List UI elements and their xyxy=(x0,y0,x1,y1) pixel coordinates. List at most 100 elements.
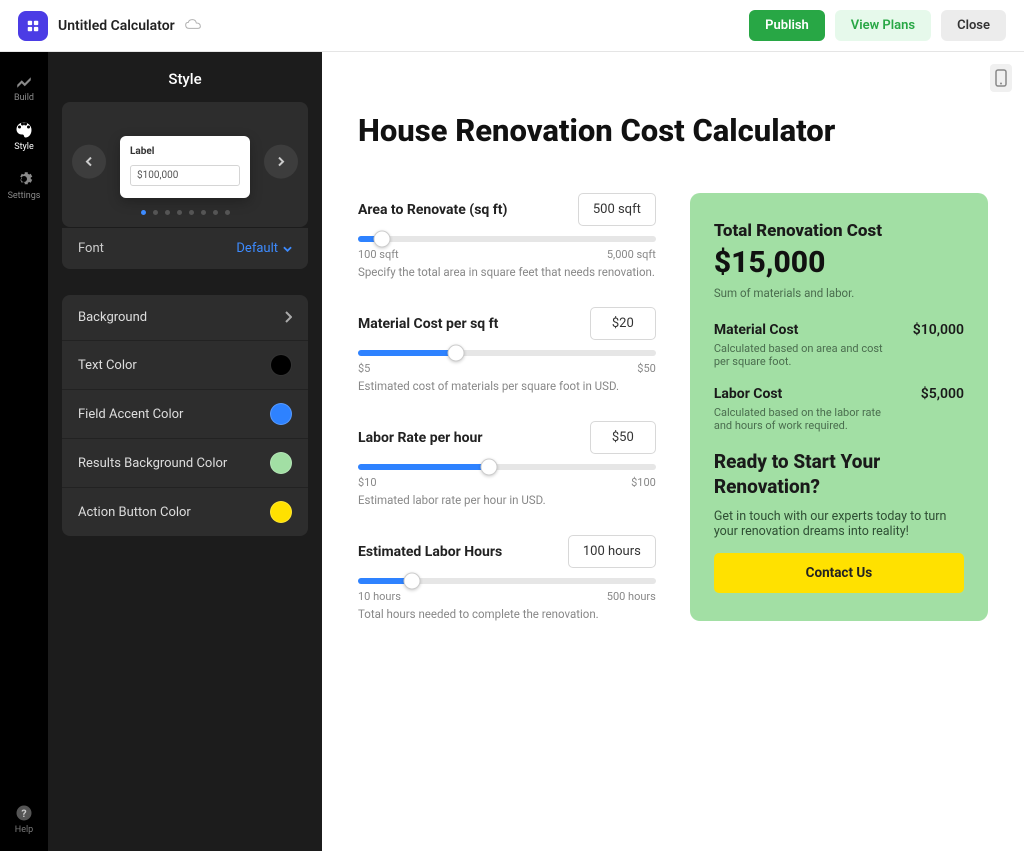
panel-title: Style xyxy=(48,52,322,102)
svg-text:?: ? xyxy=(21,807,26,820)
font-selector[interactable]: Font Default xyxy=(62,228,308,269)
document-title[interactable]: Untitled Calculator xyxy=(58,18,175,34)
field-label: Labor Rate per hour xyxy=(358,430,482,446)
field-2: Labor Rate per hour $50 $10 $100 Estimat… xyxy=(358,421,656,507)
slider-max: 500 hours xyxy=(607,590,656,603)
field-value-box[interactable]: 100 hours xyxy=(568,535,656,568)
slider[interactable] xyxy=(358,236,656,242)
calculator-title: House Renovation Cost Calculator xyxy=(358,112,988,149)
cta-text: Get in touch with our experts today to t… xyxy=(714,509,964,539)
results-total: $15,000 xyxy=(714,245,964,280)
preview-prev[interactable] xyxy=(72,144,106,178)
result-label: Material Cost xyxy=(714,322,799,338)
dot[interactable] xyxy=(177,210,182,215)
font-value[interactable]: Default xyxy=(236,241,292,256)
contact-us-button[interactable]: Contact Us xyxy=(714,553,964,593)
option-results-bg[interactable]: Results Background Color xyxy=(62,439,308,488)
dot[interactable] xyxy=(189,210,194,215)
slider-thumb[interactable] xyxy=(373,231,390,248)
field-value-box[interactable]: 500 sqft xyxy=(578,193,656,226)
preview-input xyxy=(130,165,240,186)
color-options: Background Text Color Field Accent Color… xyxy=(62,295,308,536)
rail-style[interactable]: Style xyxy=(0,113,48,160)
rail-build-label: Build xyxy=(14,93,34,103)
results-subtitle: Sum of materials and labor. xyxy=(714,286,964,300)
chevron-down-icon xyxy=(283,246,292,252)
slider-thumb[interactable] xyxy=(448,345,465,362)
preview-label: Label xyxy=(130,146,240,157)
field-label: Area to Renovate (sq ft) xyxy=(358,202,507,218)
dot[interactable] xyxy=(141,210,146,215)
field-help: Estimated labor rate per hour in USD. xyxy=(358,493,656,507)
canvas: House Renovation Cost Calculator Area to… xyxy=(322,52,1024,851)
result-row: Material Cost $10,000 xyxy=(714,322,964,338)
field-help: Specify the total area in square feet th… xyxy=(358,265,656,279)
result-desc: Calculated based on the labor rate and h… xyxy=(714,406,894,432)
slider-min: $10 xyxy=(358,476,377,489)
dot[interactable] xyxy=(213,210,218,215)
option-text-color[interactable]: Text Color xyxy=(62,341,308,390)
swatch-field-accent[interactable] xyxy=(270,403,292,425)
swatch-action-button[interactable] xyxy=(270,501,292,523)
field-value-box[interactable]: $50 xyxy=(590,421,656,454)
dot[interactable] xyxy=(153,210,158,215)
rail-style-label: Style xyxy=(14,142,34,152)
field-label: Material Cost per sq ft xyxy=(358,316,498,332)
result-value: $5,000 xyxy=(921,386,964,402)
option-field-accent[interactable]: Field Accent Color xyxy=(62,390,308,439)
slider-min: 100 sqft xyxy=(358,248,399,261)
theme-preview: Label xyxy=(62,102,308,227)
font-label: Font xyxy=(78,241,104,256)
dot[interactable] xyxy=(201,210,206,215)
close-button[interactable]: Close xyxy=(941,10,1006,41)
rail-help-label: Help xyxy=(15,825,33,835)
device-toggle[interactable] xyxy=(990,64,1012,92)
rail-build[interactable]: Build xyxy=(0,64,48,111)
swatch-text-color[interactable] xyxy=(270,354,292,376)
field-help: Total hours needed to complete the renov… xyxy=(358,607,656,621)
field-3: Estimated Labor Hours 100 hours 10 hours… xyxy=(358,535,656,621)
dot[interactable] xyxy=(225,210,230,215)
field-help: Estimated cost of materials per square f… xyxy=(358,379,656,393)
field-1: Material Cost per sq ft $20 $5 $50 Estim… xyxy=(358,307,656,393)
slider-max: $50 xyxy=(637,362,656,375)
option-action-button[interactable]: Action Button Color xyxy=(62,488,308,536)
publish-button[interactable]: Publish xyxy=(749,10,825,41)
result-row: Labor Cost $5,000 xyxy=(714,386,964,402)
result-value: $10,000 xyxy=(913,322,964,338)
view-plans-button[interactable]: View Plans xyxy=(835,10,931,41)
top-bar: Untitled Calculator Publish View Plans C… xyxy=(0,0,1024,52)
results-panel: Total Renovation Cost $15,000 Sum of mat… xyxy=(690,193,988,621)
field-0: Area to Renovate (sq ft) 500 sqft 100 sq… xyxy=(358,193,656,279)
preview-sample: Label xyxy=(120,136,250,198)
field-label: Estimated Labor Hours xyxy=(358,544,502,560)
slider-thumb[interactable] xyxy=(481,459,498,476)
carousel-dots xyxy=(62,210,308,215)
cloud-icon xyxy=(185,17,201,35)
slider-min: $5 xyxy=(358,362,370,375)
slider-thumb[interactable] xyxy=(403,573,420,590)
field-value-box[interactable]: $20 xyxy=(590,307,656,340)
results-heading: Total Renovation Cost xyxy=(714,221,964,241)
rail-settings[interactable]: Settings xyxy=(0,162,48,209)
result-desc: Calculated based on area and cost per sq… xyxy=(714,342,894,368)
slider[interactable] xyxy=(358,464,656,470)
mobile-icon xyxy=(995,69,1007,87)
slider-max: 5,000 sqft xyxy=(607,248,656,261)
slider-min: 10 hours xyxy=(358,590,401,603)
cta-heading: Ready to Start Your Renovation? xyxy=(714,450,964,499)
rail-settings-label: Settings xyxy=(8,191,41,201)
option-background[interactable]: Background xyxy=(62,295,308,341)
slider[interactable] xyxy=(358,350,656,356)
app-logo[interactable] xyxy=(18,11,48,41)
icon-rail: Build Style Settings ? Help xyxy=(0,52,48,851)
form-column: Area to Renovate (sq ft) 500 sqft 100 sq… xyxy=(358,193,656,649)
rail-help[interactable]: ? Help xyxy=(0,796,48,843)
chevron-right-icon xyxy=(284,308,292,327)
preview-next[interactable] xyxy=(264,144,298,178)
swatch-results-bg[interactable] xyxy=(270,452,292,474)
slider-max: $100 xyxy=(631,476,656,489)
dot[interactable] xyxy=(165,210,170,215)
slider[interactable] xyxy=(358,578,656,584)
style-panel: Style Label Font Default xyxy=(48,52,322,851)
